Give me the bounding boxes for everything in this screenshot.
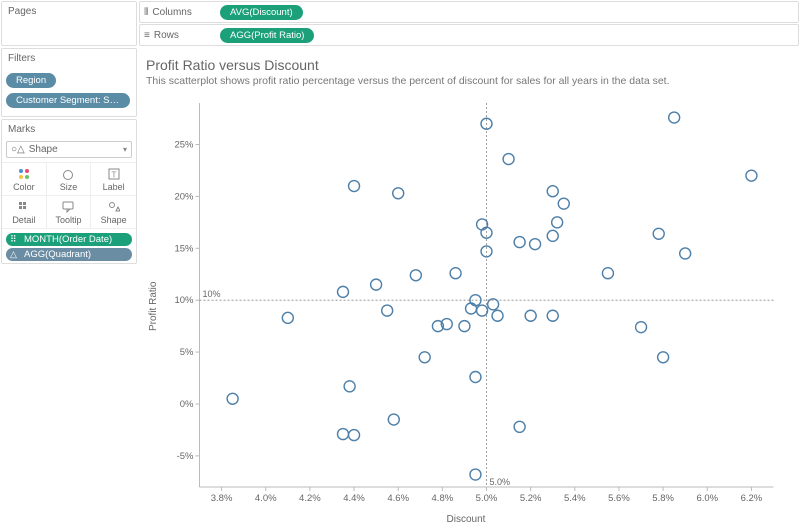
mark-type-selector[interactable]: ○△ Shape ▾ [6, 141, 132, 158]
columns-pill[interactable]: AVG(Discount) [220, 5, 303, 20]
filter-pill-region[interactable]: Region [6, 73, 56, 88]
size-button[interactable]: Size [47, 163, 92, 196]
mark-pill-orderdate[interactable]: ⠿MONTH(Order Date) [6, 233, 132, 246]
svg-text:5%: 5% [180, 347, 194, 358]
chart-subtitle: This scatterplot shows profit ratio perc… [146, 75, 786, 87]
mark-pill-quadrant[interactable]: △AGG(Quadrant) [6, 248, 132, 261]
svg-text:T: T [111, 171, 116, 180]
pages-shelf: Pages [1, 1, 137, 46]
rows-label: Rows [154, 30, 179, 41]
svg-text:6.2%: 6.2% [741, 493, 763, 504]
sidebar: Pages Filters Region Customer Segment: S… [0, 0, 138, 529]
marks-card: Marks ○△ Shape ▾ Color Size TLabel Detai… [1, 119, 137, 264]
detail-icon [4, 200, 44, 214]
svg-text:10%: 10% [174, 295, 194, 306]
svg-text:0%: 0% [180, 399, 194, 410]
tooltip-icon [49, 200, 89, 214]
detail-icon-small: ⠿ [10, 234, 20, 245]
filter-pill-segment[interactable]: Customer Segment: Small Busin... [6, 93, 130, 108]
rows-pill[interactable]: AGG(Profit Ratio) [220, 28, 314, 43]
filters-shelf: Filters Region Customer Segment: Small B… [1, 48, 137, 117]
shape-icon-cell [93, 200, 134, 214]
columns-icon: ⦀ [144, 7, 148, 18]
svg-text:4.2%: 4.2% [299, 493, 321, 504]
svg-text:4.6%: 4.6% [387, 493, 409, 504]
tooltip-button[interactable]: Tooltip [47, 196, 92, 229]
svg-text:5.0%: 5.0% [490, 477, 511, 487]
chart-area: Profit Ratio versus Discount This scatte… [138, 47, 800, 531]
label-icon: T [93, 167, 134, 181]
mark-type-label: Shape [29, 144, 58, 155]
scatter-plot[interactable]: -5% 0% 5% 10% 15% 20% 25% 3.8% 4.0% 4.2% 4.4% 4.6% 4… [161, 95, 786, 518]
svg-text:4.4%: 4.4% [343, 493, 365, 504]
svg-text:15%: 15% [174, 243, 194, 254]
shape-icon: ○△ [11, 144, 25, 155]
svg-text:3.8%: 3.8% [211, 493, 233, 504]
columns-label: Columns [152, 7, 191, 18]
svg-text:10%: 10% [203, 289, 221, 299]
chart-title: Profit Ratio versus Discount [146, 57, 786, 73]
svg-text:5.0%: 5.0% [476, 493, 498, 504]
marks-title: Marks [2, 120, 136, 139]
chevron-down-icon: ▾ [123, 145, 127, 154]
columns-shelf[interactable]: ⦀ Columns AVG(Discount) [139, 1, 799, 23]
label-button[interactable]: TLabel [91, 163, 136, 196]
svg-text:5.2%: 5.2% [520, 493, 542, 504]
svg-text:4.8%: 4.8% [432, 493, 454, 504]
color-icon [4, 167, 44, 181]
color-button[interactable]: Color [2, 163, 47, 196]
rows-shelf[interactable]: ≡ Rows AGG(Profit Ratio) [139, 24, 799, 46]
svg-text:4.0%: 4.0% [255, 493, 277, 504]
y-axis-title: Profit Ratio [146, 95, 161, 518]
filters-title: Filters [2, 49, 136, 68]
svg-text:5.8%: 5.8% [652, 493, 674, 504]
pages-title: Pages [2, 2, 136, 21]
svg-text:-5%: -5% [177, 451, 194, 462]
detail-button[interactable]: Detail [2, 196, 47, 229]
svg-text:5.6%: 5.6% [608, 493, 630, 504]
svg-text:20%: 20% [174, 191, 194, 202]
svg-text:5.4%: 5.4% [564, 493, 586, 504]
svg-text:25%: 25% [174, 140, 194, 151]
shape-icon-small: △ [10, 249, 20, 260]
marks-buttons: Color Size TLabel Detail Tooltip Shape [2, 162, 136, 229]
svg-text:6.0%: 6.0% [696, 493, 718, 504]
size-icon [49, 167, 89, 181]
rows-icon: ≡ [144, 30, 150, 41]
shape-button[interactable]: Shape [91, 196, 136, 229]
